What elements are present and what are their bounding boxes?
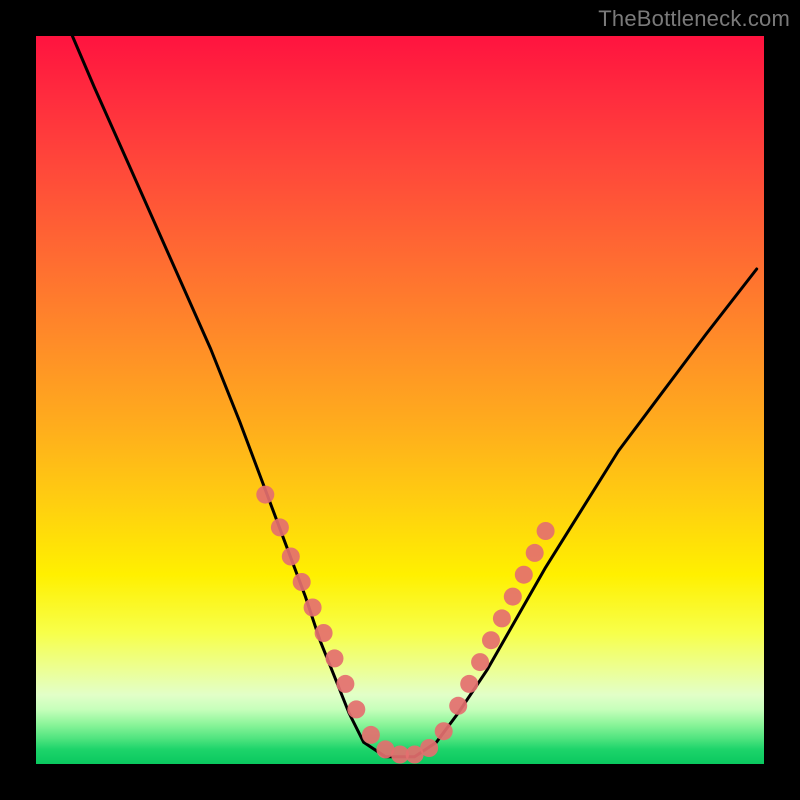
marker-dot: [282, 548, 300, 566]
marker-dot: [362, 726, 380, 744]
bottleneck-curve: [72, 36, 756, 757]
marker-dot: [271, 518, 289, 536]
marker-dot: [537, 522, 555, 540]
marker-dot: [347, 700, 365, 718]
marker-dot: [326, 649, 344, 667]
marker-dot: [304, 599, 322, 617]
chart-frame: TheBottleneck.com: [0, 0, 800, 800]
marker-group: [256, 486, 554, 764]
curve-layer: [36, 36, 764, 764]
marker-dot: [435, 722, 453, 740]
marker-dot: [526, 544, 544, 562]
marker-dot: [482, 631, 500, 649]
marker-dot: [336, 675, 354, 693]
watermark-text: TheBottleneck.com: [598, 6, 790, 32]
marker-dot: [460, 675, 478, 693]
plot-area: [36, 36, 764, 764]
marker-dot: [420, 739, 438, 757]
marker-dot: [449, 697, 467, 715]
marker-dot: [315, 624, 333, 642]
marker-dot: [515, 566, 533, 584]
marker-dot: [471, 653, 489, 671]
marker-dot: [293, 573, 311, 591]
marker-dot: [493, 609, 511, 627]
marker-dot: [504, 588, 522, 606]
marker-dot: [256, 486, 274, 504]
